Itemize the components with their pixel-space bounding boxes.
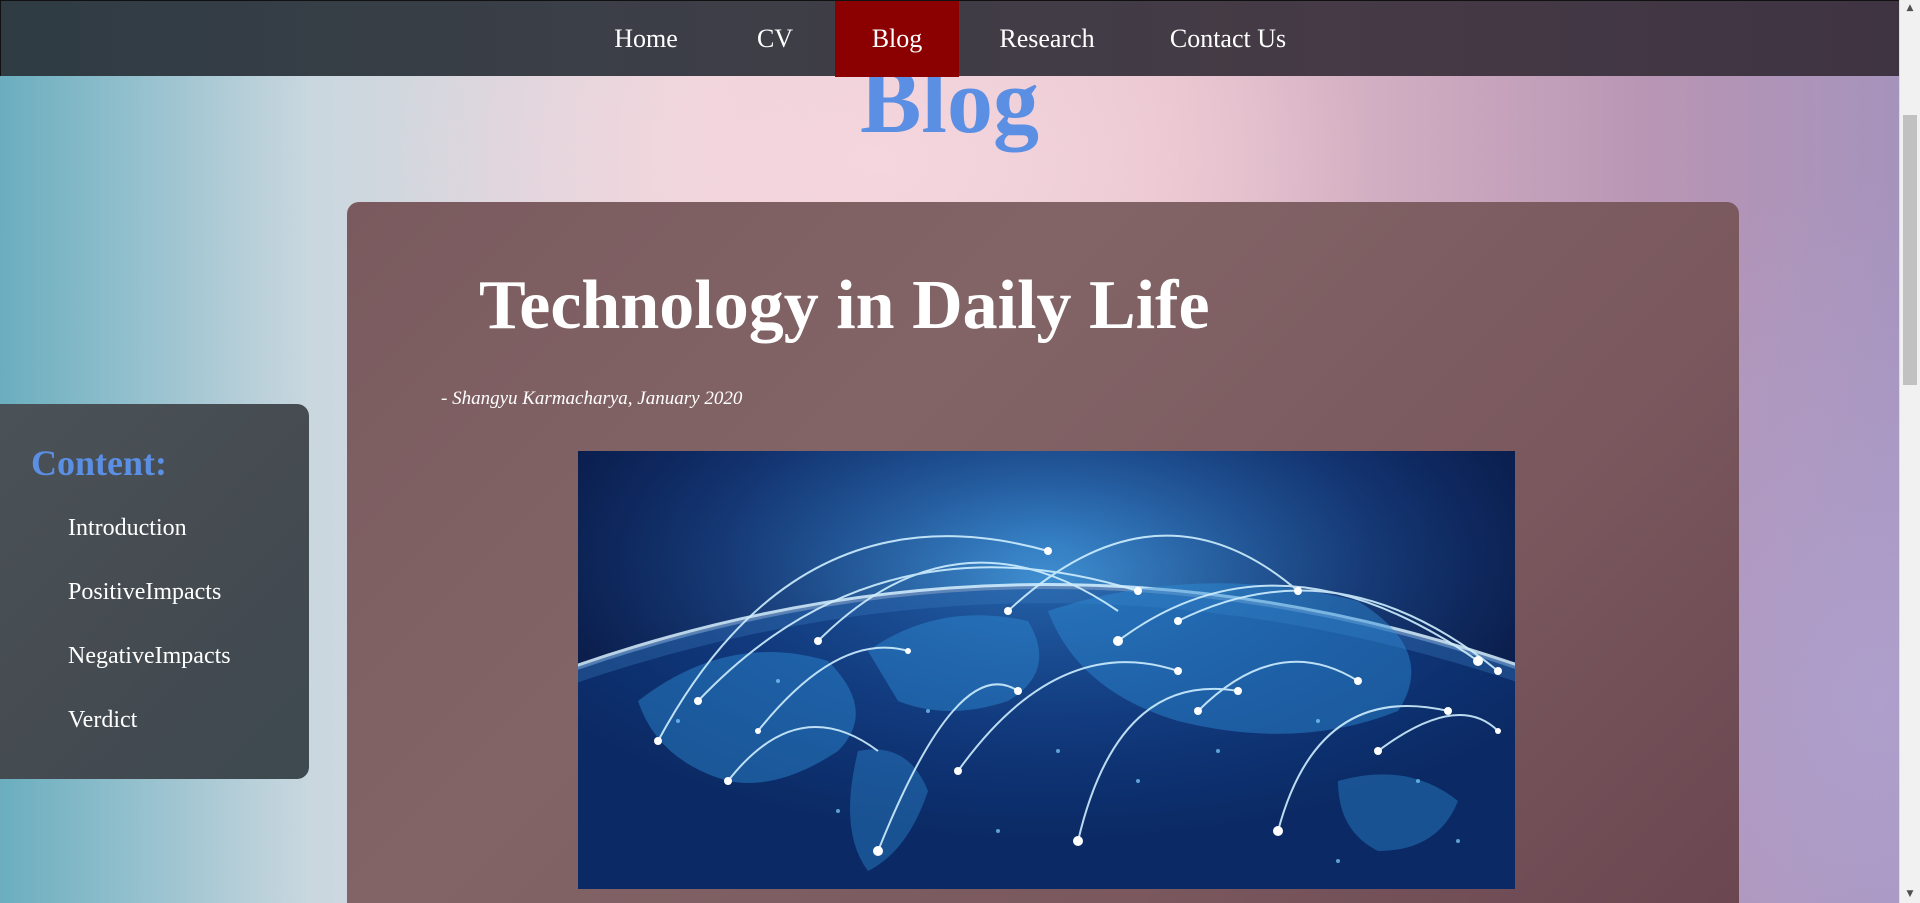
- toc-link-introduction[interactable]: Introduction: [68, 515, 187, 542]
- table-of-contents: Content: Introduction PositiveImpacts Ne…: [0, 404, 309, 779]
- article-title: Technology in Daily Life: [479, 267, 1210, 344]
- nav-contact-us[interactable]: Contact Us: [1161, 1, 1295, 77]
- globe-network-image: [578, 451, 1515, 889]
- toc-link-verdict[interactable]: Verdict: [68, 707, 137, 734]
- scrollbar-thumb[interactable]: [1903, 115, 1917, 385]
- article-card: Technology in Daily Life - Shangyu Karma…: [347, 202, 1739, 903]
- article-byline: - Shangyu Karmacharya, January 2020: [441, 388, 743, 409]
- toc-heading: Content:: [31, 443, 167, 483]
- nav-research[interactable]: Research: [991, 1, 1103, 77]
- arrow-up-icon[interactable]: ▲: [1900, 0, 1920, 17]
- toc-link-negative-impacts[interactable]: NegativeImpacts: [68, 643, 231, 670]
- top-navigation: Home CV Blog Research Contact Us: [0, 0, 1899, 77]
- nav-blog[interactable]: Blog: [835, 1, 959, 77]
- page-scrollbar[interactable]: ▲ ▼: [1899, 0, 1920, 903]
- nav-home[interactable]: Home: [601, 1, 691, 77]
- toc-link-positive-impacts[interactable]: PositiveImpacts: [68, 579, 221, 606]
- nav-cv[interactable]: CV: [741, 1, 809, 77]
- arrow-down-icon[interactable]: ▼: [1900, 886, 1920, 903]
